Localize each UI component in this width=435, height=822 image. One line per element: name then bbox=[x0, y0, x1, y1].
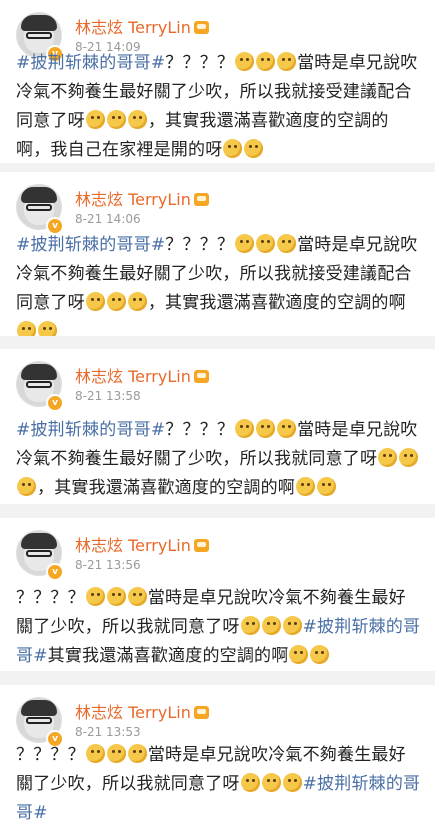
thinking-face-emoji-icon bbox=[289, 645, 309, 664]
verified-badge-icon: v bbox=[46, 563, 64, 581]
post-text-segment: ？？？？ bbox=[165, 235, 235, 255]
thinking-face-emoji-icon bbox=[277, 419, 297, 438]
crown-icon bbox=[193, 21, 209, 34]
post-time: 8-21 13:53 bbox=[75, 725, 141, 739]
thinking-face-emoji-icon bbox=[127, 587, 147, 606]
post-time: 8-21 13:56 bbox=[75, 558, 141, 572]
author-name[interactable]: 林志炫 TerryLin bbox=[75, 14, 209, 38]
post-text: #披荆斩棘的哥哥#？？？？ 當時是卓兄說吹冷氣不夠養生最好關了少吹，所以我就同意了… bbox=[16, 416, 421, 503]
post-text: #披荆斩棘的哥哥#？？？？ 當時是卓兄說吹冷氣不夠養生最好關了少吹，所以我就接受建… bbox=[16, 49, 421, 163]
thinking-face-emoji-icon bbox=[85, 744, 105, 763]
thinking-face-emoji-icon bbox=[277, 52, 297, 71]
post-card[interactable]: v 林志炫 TerryLin 8-21 13:56 ？？？？ 當時是卓兄說吹冷氣不… bbox=[0, 518, 435, 671]
thinking-face-emoji-icon bbox=[106, 110, 126, 129]
author-name[interactable]: 林志炫 TerryLin bbox=[75, 363, 209, 387]
thinking-face-emoji-icon bbox=[127, 292, 147, 311]
thinking-face-emoji-icon bbox=[256, 234, 276, 253]
thinking-face-emoji-icon bbox=[256, 52, 276, 71]
post-card[interactable]: v 林志炫 TerryLin 8-21 13:53 ？？？？ 當時是卓兄說吹冷氣不… bbox=[0, 685, 435, 822]
post-text-segment: 其實我還滿喜歡適度的空調的啊 bbox=[47, 646, 289, 666]
hashtag-link[interactable]: #披荆斩棘的哥哥# bbox=[16, 235, 165, 255]
thinking-face-emoji-icon bbox=[296, 477, 315, 496]
thinking-face-emoji-icon bbox=[106, 292, 126, 311]
thinking-face-emoji-icon bbox=[38, 321, 57, 336]
post-text: ？？？？ 當時是卓兄說吹冷氣不夠養生最好關了少吹，所以我就同意了呀 #披荆斩棘的哥哥… bbox=[16, 741, 421, 822]
thinking-face-emoji-icon bbox=[317, 477, 336, 496]
thinking-face-emoji-icon bbox=[106, 744, 126, 763]
thinking-face-emoji-icon bbox=[235, 234, 255, 253]
post-card[interactable]: v 林志炫 TerryLin 8-21 14:09 #披荆斩棘的哥哥#？？？？當… bbox=[0, 0, 435, 163]
thinking-face-emoji-icon bbox=[85, 110, 105, 129]
hashtag-link[interactable]: #披荆斩棘的哥哥# bbox=[16, 53, 165, 73]
author-name[interactable]: 林志炫 TerryLin bbox=[75, 186, 209, 210]
post-time: 8-21 14:06 bbox=[75, 212, 141, 226]
thinking-face-emoji-icon bbox=[17, 477, 36, 496]
thinking-face-emoji-icon bbox=[277, 234, 297, 253]
weibo-feed: v 林志炫 TerryLin 8-21 14:09 #披荆斩棘的哥哥#？？？？當… bbox=[0, 0, 435, 822]
author-name[interactable]: 林志炫 TerryLin bbox=[75, 699, 209, 723]
post-text-segment: ？？？？ bbox=[165, 53, 235, 73]
crown-icon bbox=[193, 370, 209, 383]
verified-badge-icon: v bbox=[46, 394, 64, 412]
thinking-face-emoji-icon bbox=[240, 773, 260, 792]
thinking-face-emoji-icon bbox=[244, 139, 264, 158]
post-text-segment: ？？？？ bbox=[16, 588, 85, 608]
thinking-face-emoji-icon bbox=[127, 110, 147, 129]
thinking-face-emoji-icon bbox=[85, 587, 105, 606]
thinking-face-emoji-icon bbox=[223, 139, 243, 158]
crown-icon bbox=[193, 706, 209, 719]
thinking-face-emoji-icon bbox=[282, 773, 302, 792]
thinking-face-emoji-icon bbox=[106, 587, 126, 606]
crown-icon bbox=[193, 539, 209, 552]
thinking-face-emoji-icon bbox=[127, 744, 147, 763]
post-text-segment: ？？？？ bbox=[16, 745, 85, 765]
hashtag-link[interactable]: #披荆斩棘的哥哥# bbox=[16, 420, 165, 440]
thinking-face-emoji-icon bbox=[235, 52, 255, 71]
thinking-face-emoji-icon bbox=[310, 645, 330, 664]
post-card[interactable]: v 林志炫 TerryLin 8-21 14:06 #披荆斩棘的哥哥#？？？？當… bbox=[0, 172, 435, 336]
post-text: #披荆斩棘的哥哥#？？？？ 當時是卓兄說吹冷氣不夠養生最好關了少吹，所以我就接受建… bbox=[16, 231, 421, 336]
post-text-segment: ？？？？ bbox=[165, 420, 235, 440]
thinking-face-emoji-icon bbox=[17, 321, 36, 336]
author-name[interactable]: 林志炫 TerryLin bbox=[75, 532, 209, 556]
thinking-face-emoji-icon bbox=[240, 616, 260, 635]
post-text-segment: ，其實我還滿喜歡適度的空調的啊 bbox=[37, 478, 295, 498]
post-text: ？？？？ 當時是卓兄說吹冷氣不夠養生最好關了少吹，所以我就同意了呀 #披荆斩棘的哥哥… bbox=[16, 584, 421, 671]
thinking-face-emoji-icon bbox=[235, 419, 255, 438]
thinking-face-emoji-icon bbox=[85, 292, 105, 311]
post-time: 8-21 13:58 bbox=[75, 389, 141, 403]
thinking-face-emoji-icon bbox=[399, 448, 419, 467]
crown-icon bbox=[193, 193, 209, 206]
thinking-face-emoji-icon bbox=[261, 773, 281, 792]
thinking-face-emoji-icon bbox=[282, 616, 302, 635]
thinking-face-emoji-icon bbox=[261, 616, 281, 635]
post-text-segment: ，其實我還滿喜歡適度的空調的啊 bbox=[147, 293, 406, 313]
thinking-face-emoji-icon bbox=[378, 448, 398, 467]
post-card[interactable]: v 林志炫 TerryLin 8-21 13:58 #披荆斩棘的哥哥#？？？？當… bbox=[0, 349, 435, 504]
thinking-face-emoji-icon bbox=[256, 419, 276, 438]
